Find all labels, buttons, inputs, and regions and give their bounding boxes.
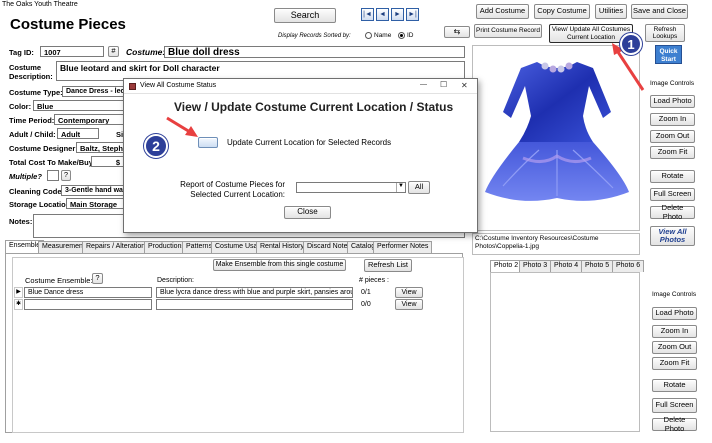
arrow-1 [616, 51, 645, 91]
callout-2: 2 [144, 134, 168, 158]
arrow-2 [166, 116, 191, 134]
callout-1: 1 [620, 33, 642, 55]
callout-arrows [166, 43, 645, 137]
